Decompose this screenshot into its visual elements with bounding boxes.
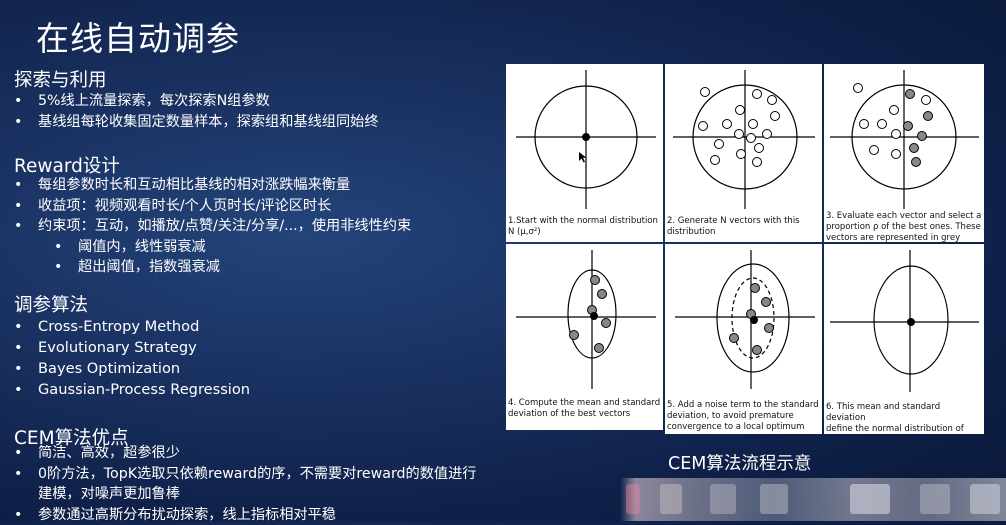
cem-step-5-caption: 5. Add a noise term to the standard devi… <box>665 400 822 433</box>
cem-step-5-panel: 5. Add a noise term to the standard devi… <box>665 244 822 434</box>
section-heading-algo: 调参算法 <box>14 291 88 317</box>
reward-list: 每组参数时长和互动相比基线的相对涨跌幅来衡量 收益项：视频观看时长/个人页时长/… <box>14 175 411 278</box>
list-item: 0阶方法，TopK选取只依赖reward的序，不需要对reward的数值进行建模… <box>14 464 488 505</box>
blurred-watermark <box>620 478 1006 521</box>
list-item: 简洁、高效，超参很少 <box>14 443 488 464</box>
explore-list: 5%线上流量探索，每次探索N组参数 基线组每轮收集固定数量样本，探索组和基线组同… <box>14 91 379 132</box>
cem-step-3-caption: 3. Evaluate each vector and select a pro… <box>824 211 984 242</box>
cem-step-1-caption: 1.Start with the normal distribution N (… <box>506 216 663 238</box>
cem-step-4-panel: 4. Compute the mean and standard deviati… <box>506 244 663 430</box>
section-heading-explore: 探索与利用 <box>14 66 107 92</box>
list-item: Evolutionary Strategy <box>14 337 250 358</box>
list-item: 约束项：互动，如播放/点赞/关注/分享/...，使用非线性约束 <box>14 216 411 237</box>
list-item: 5%线上流量探索，每次探索N组参数 <box>14 91 379 112</box>
cem-step-6-caption: 6. This mean and standard deviation defi… <box>824 402 984 434</box>
list-item: 收益项：视频观看时长/个人页时长/评论区时长 <box>14 196 411 217</box>
sub-list-item: 超出阈值，指数强衰减 <box>14 257 411 278</box>
cem-list: 简洁、高效，超参很少 0阶方法，TopK选取只依赖reward的序，不需要对re… <box>14 443 488 525</box>
list-item: 参数通过高斯分布扰动探索，线上指标相对平稳 <box>14 505 488 525</box>
sub-list-item: 阈值内，线性弱衰减 <box>14 237 411 258</box>
algo-list: Cross-Entropy Method Evolutionary Strate… <box>14 316 250 400</box>
cem-step-1-panel: 1.Start with the normal distribution N (… <box>506 64 663 242</box>
cem-step-4-caption: 4. Compute the mean and standard deviati… <box>506 398 663 420</box>
diagram-caption: CEM算法流程示意 <box>668 450 811 475</box>
list-item: 每组参数时长和互动相比基线的相对涨跌幅来衡量 <box>14 175 411 196</box>
list-item: 基线组每轮收集固定数量样本，探索组和基线组同始终 <box>14 112 379 133</box>
cem-step-2-caption: 2. Generate N vectors with this distribu… <box>665 216 822 238</box>
cem-step-3-panel: 3. Evaluate each vector and select a pro… <box>824 64 984 242</box>
list-item: Cross-Entropy Method <box>14 316 250 337</box>
list-item: Bayes Optimization <box>14 358 250 379</box>
page-title: 在线自动调参 <box>36 12 240 60</box>
list-item: Gaussian-Process Regression <box>14 379 250 400</box>
cem-step-6-panel: 6. This mean and standard deviation defi… <box>824 244 984 434</box>
cem-step-2-panel: 2. Generate N vectors with this distribu… <box>665 64 822 242</box>
